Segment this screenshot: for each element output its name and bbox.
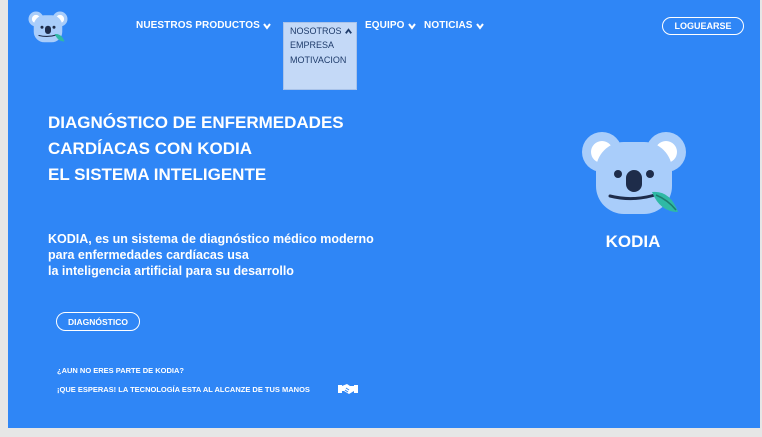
hero-section: NUESTROS PRODUCTOS EQUIPO NOTICIAS NOSOT… [8,0,760,428]
join-tagline: ¡QUE ESPERAS! LA TECNOLOGÍA ESTA AL ALCA… [57,385,310,394]
chevron-up-icon [344,27,352,34]
hero-description: KODIA, es un sistema de diagnóstico médi… [48,231,374,279]
chevron-down-icon [475,22,484,30]
hero-description-line: KODIA, es un sistema de diagnóstico médi… [48,232,374,246]
koala-mascot-icon [582,132,686,214]
login-button[interactable]: LOGUEARSE [662,17,744,35]
dropdown-item-motivacion[interactable]: MOTIVACION [290,55,346,65]
brand-name: KODIA [605,232,661,251]
hero-title: DIAGNÓSTICO DE ENFERMEDADES CARDÍACAS CO… [48,110,344,188]
nav-noticias[interactable]: NOTICIAS [424,20,485,31]
dropdown-item-empresa[interactable]: EMPRESA [290,40,334,50]
join-prompt: ¿AUN NO ERES PARTE DE KODIA? [57,366,184,375]
diagnostico-button[interactable]: DIAGNÓSTICO [56,312,140,331]
hero-description-line: la inteligencia artificial para su desar… [48,264,294,278]
nav-noticias-label: NOTICIAS [424,20,473,31]
nav-nosotros-label: NOSOTROS [290,26,342,36]
handshake-icon [338,384,358,394]
chevron-down-icon [407,22,416,30]
hero-title-line: EL SISTEMA INTELIGENTE [48,165,267,184]
chevron-down-icon [263,22,271,30]
nav-productos[interactable]: NUESTROS PRODUCTOS [136,20,272,31]
hero-title-line: DIAGNÓSTICO DE ENFERMEDADES [48,113,344,132]
koala-logo-icon[interactable] [28,10,68,46]
nosotros-dropdown: NOSOTROS EMPRESA MOTIVACION [283,22,357,90]
hero-title-line: CARDÍACAS CON KODIA [48,139,252,158]
nav-equipo-label: EQUIPO [365,20,405,31]
nav-nosotros[interactable]: NOSOTROS [290,26,353,36]
hero-description-line: para enfermedades cardíacas usa [48,248,249,262]
nav-equipo[interactable]: EQUIPO [365,20,417,31]
nav-productos-label: NUESTROS PRODUCTOS [136,20,260,31]
